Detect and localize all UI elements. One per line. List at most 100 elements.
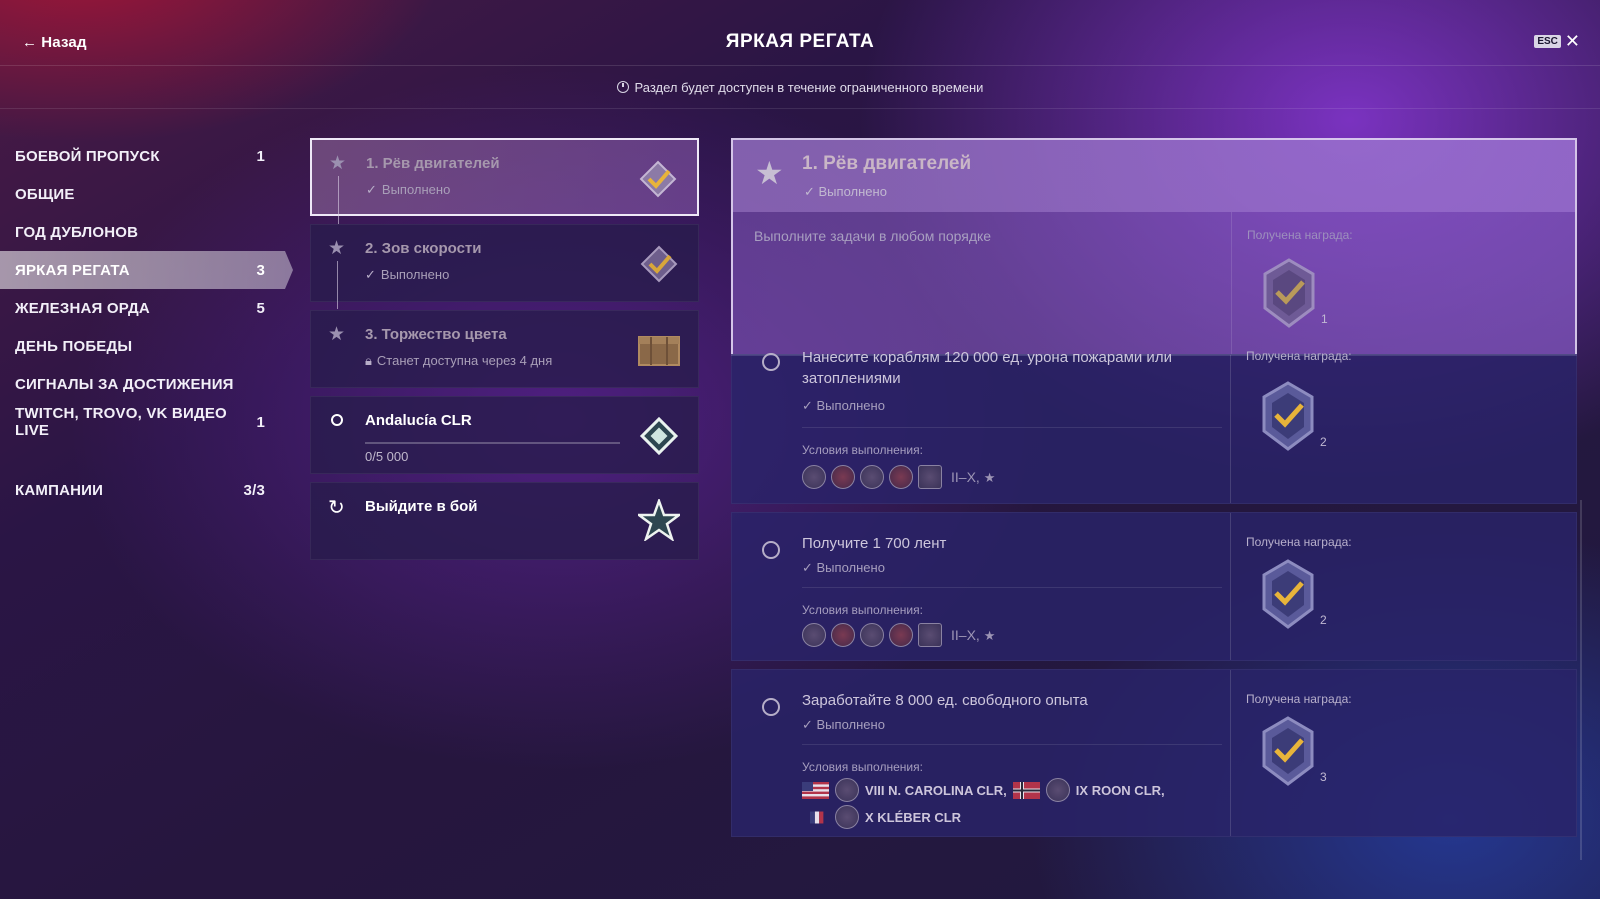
lock-icon: 🔒︎ [365, 353, 372, 368]
battleship-icon [860, 623, 884, 647]
check-icon: ✓ [366, 182, 377, 197]
task-name: Выйдите в бой [365, 498, 478, 515]
detail-header: ★ 1. Рёв двигателей ✓ Выполнено Выполнит… [731, 138, 1577, 356]
check-icon: ✓ [802, 560, 817, 575]
reward-label: Получена награда: [1246, 349, 1352, 363]
medal-icon [1263, 258, 1315, 328]
subtask-title: Заработайте 8 000 ед. свободного опыта [802, 692, 1088, 709]
sidebar-item-label: СИГНАЛЫ ЗА ДОСТИЖЕНИЯ [15, 375, 234, 393]
battleship-icon [835, 805, 859, 829]
reward-medal: 3 [1262, 716, 1327, 791]
task-item[interactable]: ★ 2. Зов скорости ✓ Выполнено [310, 224, 699, 309]
radio-icon[interactable] [762, 541, 780, 559]
reward-label: Получена награда: [1246, 535, 1352, 549]
star-icon: ★ [328, 324, 346, 345]
conditions-label: Условия выполнения: [802, 760, 923, 774]
task-item[interactable]: ★ 3. Торжество цвета 🔒︎ Станет доступна ч… [310, 310, 699, 388]
check-icon: ✓ [802, 398, 817, 413]
scrollbar[interactable] [1580, 500, 1582, 860]
radio-icon[interactable] [762, 698, 780, 716]
task-item[interactable]: ★ 1. Рёв двигателей ✓ Выполнено [310, 138, 699, 224]
sidebar-item-label: ОБЩИЕ [15, 185, 75, 203]
reward-medal: 1 [1263, 258, 1328, 333]
time-limited-notice: Раздел будет доступен в течение ограниче… [0, 66, 1600, 109]
sidebar-item-label: TWITCH, TROVO, VK ВИДЕО LIVE [15, 405, 227, 439]
task-name: 2. Зов скорости [365, 240, 482, 257]
task-item[interactable]: ↻ Выйдите в бой [310, 482, 699, 560]
sidebar-item-battle-pass[interactable]: БОЕВОЙ ПРОПУСК 1 [0, 137, 285, 175]
subtask-card: Нанесите кораблям 120 000 ед. урона пожа… [731, 349, 1577, 504]
star-icon [638, 499, 680, 541]
sidebar-item-badge: 5 [256, 299, 265, 317]
task-status: ✓ Выполнено [365, 267, 449, 283]
cruiser-icon [831, 465, 855, 489]
destroyer-icon [802, 623, 826, 647]
divider [802, 587, 1222, 588]
progress-text: 0/5 000 [365, 449, 409, 464]
divider [802, 744, 1222, 745]
sidebar-item-streaming[interactable]: TWITCH, TROVO, VK ВИДЕО LIVE 1 [0, 403, 285, 441]
ship-name: IX ROON CLR, [1075, 782, 1165, 798]
sidebar-item-general[interactable]: ОБЩИЕ [0, 175, 285, 213]
detail-header-top: ★ 1. Рёв двигателей ✓ Выполнено [733, 140, 1575, 212]
submarine-icon [918, 465, 942, 489]
sidebar-item-badge: 1 [256, 413, 265, 431]
conditions-label: Условия выполнения: [802, 603, 923, 617]
radio-icon[interactable] [762, 353, 780, 371]
close-button[interactable]: ESC ✕ [1534, 32, 1580, 50]
medal-icon [1262, 559, 1314, 629]
sidebar-item-label: ДЕНЬ ПОБЕДЫ [15, 337, 133, 355]
check-icon: ✓ [365, 267, 376, 282]
sidebar-item-achievement-signals[interactable]: СИГНАЛЫ ЗА ДОСТИЖЕНИЯ [0, 365, 285, 403]
subtask-card: Получите 1 700 лент ✓ Выполнено Условия … [731, 512, 1577, 661]
sidebar-item-doubloon-year[interactable]: ГОД ДУБЛОНОВ [0, 213, 285, 251]
completed-diamond-icon [640, 245, 678, 283]
detail-status-text: Выполнено [818, 184, 887, 199]
reward-count: 2 [1320, 435, 1327, 449]
star-icon: ★ [983, 469, 996, 485]
sidebar-item-iron-horde[interactable]: ЖЕЛЕЗНАЯ ОРДА 5 [0, 289, 285, 327]
star-icon: ★ [983, 627, 996, 643]
sidebar-item-bright-regatta[interactable]: ЯРКАЯ РЕГАТА 3 [0, 251, 293, 289]
tier-range: II–X, ★ [951, 469, 995, 486]
sidebar-item-victory-day[interactable]: ДЕНЬ ПОБЕДЫ [0, 327, 285, 365]
task-status: ✓ Выполнено [366, 182, 450, 198]
sidebar-item-campaigns[interactable]: КАМПАНИИ 3/3 [0, 471, 285, 509]
subtask-status-text: Выполнено [816, 398, 885, 413]
task-status-text: Станет доступна через 4 дня [376, 353, 553, 368]
battleship-icon [835, 778, 859, 802]
reward-label: Получена награда: [1247, 228, 1353, 242]
tier-text: II–X, [951, 468, 980, 485]
clock-icon [616, 81, 629, 93]
divider [1231, 212, 1232, 356]
crate-icon [638, 336, 680, 366]
notice-text: Раздел будет доступен в течение ограниче… [634, 80, 984, 95]
subtask-status: ✓ Выполнено [802, 560, 885, 576]
detail-description: Выполните задачи в любом порядке [754, 228, 992, 244]
detail-title: 1. Рёв двигателей [802, 153, 972, 174]
sidebar-item-label: КАМПАНИИ [15, 481, 104, 499]
task-list: ★ 1. Рёв двигателей ✓ Выполнено ★ 2. Зов … [310, 138, 699, 568]
ship-name: X KLÉBER CLR [865, 809, 962, 825]
star-icon: ★ [329, 153, 347, 174]
task-name: Andalucía CLR [365, 412, 472, 429]
connector-line [338, 176, 339, 224]
germany-flag-icon [1012, 781, 1040, 799]
sidebar-item-badge: 3 [256, 261, 265, 279]
carrier-icon [889, 623, 913, 647]
medal-icon [1262, 381, 1314, 451]
reward-count: 1 [1321, 312, 1328, 326]
medal-icon [1262, 716, 1314, 786]
reward-count: 2 [1320, 613, 1327, 627]
submarine-icon [918, 623, 942, 647]
ships-line-2: X KLÉBER CLR [802, 805, 961, 829]
task-item[interactable]: Andalucía CLR 0/5 000 [310, 396, 699, 474]
battleship-icon [1045, 778, 1070, 802]
tier-range: II–X, ★ [951, 627, 995, 644]
sidebar: БОЕВОЙ ПРОПУСК 1 ОБЩИЕ ГОД ДУБЛОНОВ ЯРКА… [0, 137, 293, 509]
subtask-status: ✓ Выполнено [802, 717, 885, 733]
sidebar-item-label: ЯРКАЯ РЕГАТА [15, 261, 130, 279]
reward-label: Получена награда: [1246, 692, 1352, 706]
usa-flag-icon [802, 781, 829, 799]
reward-medal: 2 [1262, 559, 1327, 634]
